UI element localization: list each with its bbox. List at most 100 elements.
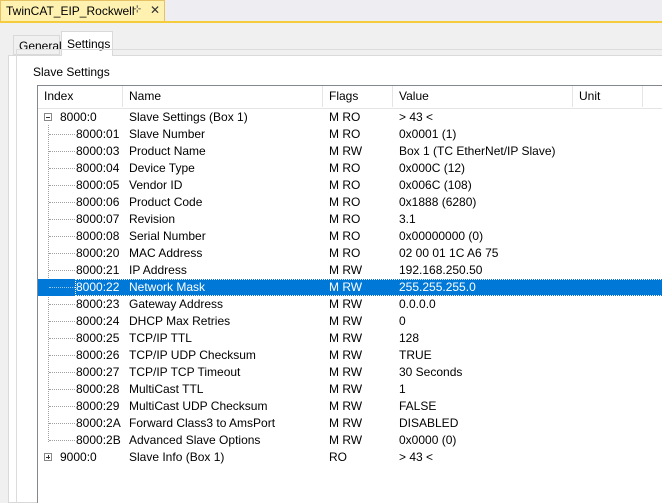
cell-value: > 43 <: [399, 450, 434, 464]
cell-flags: M RO: [329, 246, 361, 260]
tree-connector: [49, 321, 75, 322]
cell-flags: M RO: [329, 127, 361, 141]
tree-connector: [49, 236, 75, 237]
table-row[interactable]: 8000:05 Vendor ID M RO 0x006C (108): [38, 177, 662, 194]
cell-flags: M RO: [329, 229, 361, 243]
cell-value: > 43 <: [399, 110, 434, 124]
tree-connector: [49, 406, 75, 407]
table-row[interactable]: 8000:24 DHCP Max Retries M RW 0: [38, 313, 662, 330]
tree-connector: [49, 185, 75, 186]
slave-settings-group-label: Slave Settings: [30, 65, 113, 79]
table-row[interactable]: 8000:29 MultiCast UDP Checksum M RW FALSE: [38, 398, 662, 415]
cell-name: MAC Address: [129, 246, 203, 260]
column-header-unit[interactable]: Unit: [573, 86, 643, 107]
tree-connector: [49, 372, 75, 373]
table-row[interactable]: 8000:20 MAC Address M RO 02 00 01 1C A6 75: [38, 245, 662, 262]
cell-value: 0x006C (108): [399, 178, 472, 192]
cell-index: 8000:08: [76, 229, 120, 243]
table-row[interactable]: 8000:25 TCP/IP TTL M RW 128: [38, 330, 662, 347]
cell-name: IP Address: [129, 263, 187, 277]
cell-value: 0x00000000 (0): [399, 229, 484, 243]
tree-connector: [49, 287, 75, 288]
cell-index: 8000:26: [76, 348, 120, 362]
column-header-index[interactable]: Index: [38, 86, 123, 107]
table-row[interactable]: 8000:03 Product Name M RW Box 1 (TC EtherNe…: [38, 143, 662, 160]
list-header: Index Name Flags Value Unit: [38, 86, 662, 109]
cell-index: 8000:29: [76, 399, 120, 413]
cell-index: 8000:03: [76, 144, 120, 158]
cell-flags: M RW: [329, 144, 363, 158]
cell-name: Serial Number: [129, 229, 206, 243]
cell-value: 0x000C (12): [399, 161, 466, 175]
table-row[interactable]: 9000:0 Slave Info (Box 1) RO > 43 <: [38, 449, 662, 466]
expand-icon[interactable]: [44, 453, 52, 461]
cell-value: TRUE: [399, 348, 432, 362]
cell-name: Product Code: [129, 195, 203, 209]
cell-flags: M RW: [329, 263, 363, 277]
cell-flags: M RO: [329, 110, 361, 124]
cell-name: MultiCast UDP Checksum: [129, 399, 268, 413]
table-row[interactable]: 8000:26 TCP/IP UDP Checksum M RW TRUE: [38, 347, 662, 364]
cell-flags: M RW: [329, 416, 363, 430]
tree-connector: [49, 151, 75, 152]
cell-flags: M RW: [329, 297, 363, 311]
cell-flags: M RO: [329, 195, 361, 209]
table-row[interactable]: 8000:08 Serial Number M RO 0x00000000 (0): [38, 228, 662, 245]
table-row[interactable]: 8000:2B Advanced Slave Options M RW 0x0000 …: [38, 432, 662, 449]
cell-name: Revision: [129, 212, 176, 226]
table-row[interactable]: 8000:07 Revision M RO 3.1: [38, 211, 662, 228]
table-row[interactable]: 8000:21 IP Address M RW 192.168.250.50: [38, 262, 662, 279]
cell-index: 8000:2B: [76, 433, 121, 447]
cell-value: 192.168.250.50: [399, 263, 483, 277]
cell-index: 8000:21: [76, 263, 120, 277]
cell-index: 8000:28: [76, 382, 120, 396]
table-row[interactable]: 8000:27 TCP/IP TCP Timeout M RW 30 Seconds: [38, 364, 662, 381]
pin-icon[interactable]: ⊹: [133, 4, 141, 15]
cell-flags: M RW: [329, 365, 363, 379]
cell-flags: RO: [329, 450, 347, 464]
tree-connector: [49, 219, 75, 220]
cell-index: 8000:06: [76, 195, 120, 209]
tree-connector: [49, 270, 75, 271]
cell-name: Product Name: [129, 144, 206, 158]
close-icon[interactable]: ✕: [150, 3, 160, 17]
column-header-value[interactable]: Value: [393, 86, 573, 107]
cell-name: TCP/IP UDP Checksum: [129, 348, 256, 362]
cell-index: 8000:27: [76, 365, 120, 379]
table-row[interactable]: 8000:23 Gateway Address M RW 0.0.0.0: [38, 296, 662, 313]
cell-value: 1: [399, 382, 406, 396]
cell-flags: M RO: [329, 178, 361, 192]
cell-value: 02 00 01 1C A6 75: [399, 246, 499, 260]
cell-value: FALSE: [399, 399, 437, 413]
cell-name: Gateway Address: [129, 297, 224, 311]
tree-connector: [49, 355, 75, 356]
table-row[interactable]: 8000:06 Product Code M RO 0x1888 (6280): [38, 194, 662, 211]
cell-index: 8000:07: [76, 212, 120, 226]
table-row[interactable]: 8000:2A Forward Class3 to AmsPort M RW DISA…: [38, 415, 662, 432]
document-tab[interactable]: TwinCAT_EIP_Rockwell ⊹ ✕: [0, 0, 165, 21]
cell-index: 8000:25: [76, 331, 120, 345]
table-row[interactable]: 8000:22 Network Mask M RW 255.255.255.0: [38, 279, 662, 296]
tree-connector: [49, 440, 75, 441]
cell-value: 0x0000 (0): [399, 433, 457, 447]
tree-connector: [49, 134, 75, 135]
cell-index: 8000:01: [76, 127, 120, 141]
tree-connector: [49, 202, 75, 203]
table-row[interactable]: 8000:01 Slave Number M RO 0x0001 (1): [38, 126, 662, 143]
cell-flags: M RW: [329, 433, 363, 447]
table-row[interactable]: 8000:0 Slave Settings (Box 1) M RO > 43 <: [38, 109, 662, 126]
table-row[interactable]: 8000:04 Device Type M RO 0x000C (12): [38, 160, 662, 177]
slave-settings-list[interactable]: Index Name Flags Value Unit 8000:0 Slave …: [37, 85, 662, 503]
cell-name: TCP/IP TCP Timeout: [129, 365, 241, 379]
cell-value: 128: [399, 331, 420, 345]
column-header-name[interactable]: Name: [123, 86, 323, 107]
tree-connector: [49, 253, 75, 254]
cell-flags: M RW: [329, 348, 363, 362]
column-header-flags[interactable]: Flags: [323, 86, 393, 107]
cell-name: DHCP Max Retries: [129, 314, 231, 328]
tree-connector: [49, 168, 75, 169]
cell-value: 3.1: [399, 212, 416, 226]
table-row[interactable]: 8000:28 MultiCast TTL M RW 1: [38, 381, 662, 398]
cell-name: MultiCast TTL: [129, 382, 204, 396]
collapse-icon[interactable]: [44, 113, 52, 121]
